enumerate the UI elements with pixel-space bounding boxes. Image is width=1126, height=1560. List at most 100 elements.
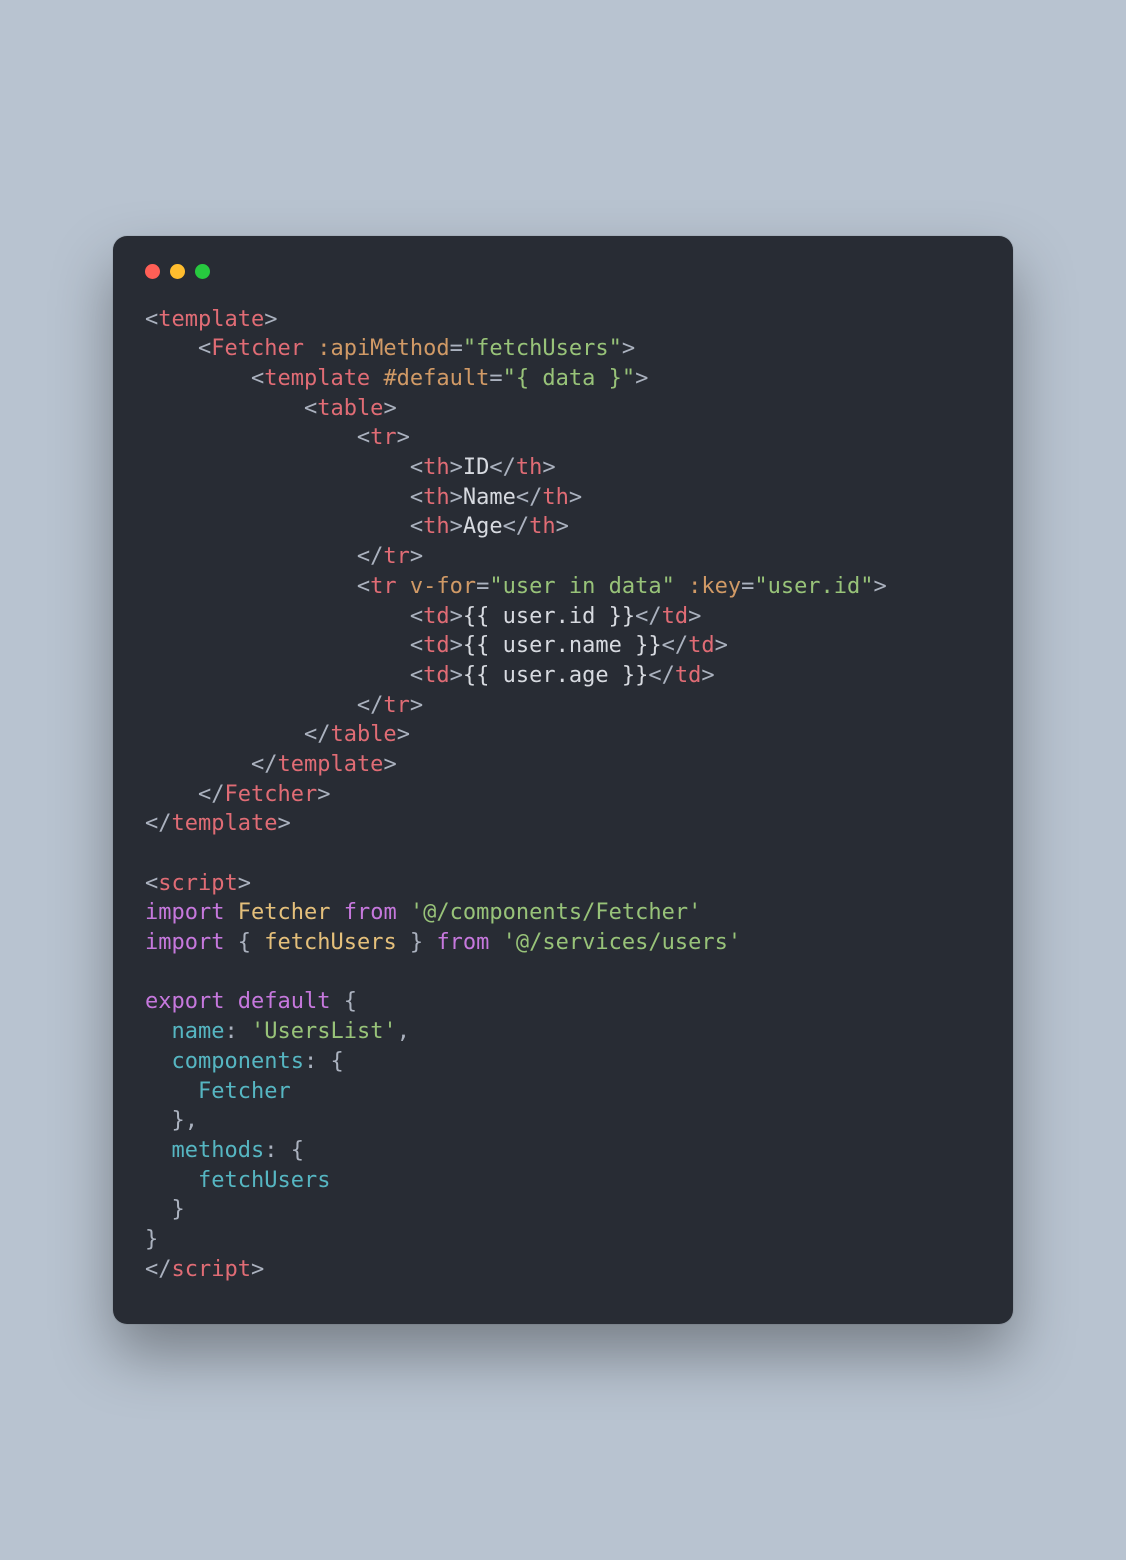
code-token: > <box>542 455 555 480</box>
code-token: tr <box>370 574 397 599</box>
code-token: Fetcher <box>211 336 304 361</box>
code-token: = <box>476 574 489 599</box>
code-token <box>145 693 357 718</box>
minimize-icon[interactable] <box>170 264 185 279</box>
code-token <box>145 1019 172 1044</box>
code-token: {{ user.age }} <box>463 663 648 688</box>
code-token <box>145 1168 198 1193</box>
code-token: > <box>410 544 423 569</box>
code-token: from <box>344 900 397 925</box>
code-token: script <box>172 1257 251 1282</box>
window-titlebar <box>145 260 981 305</box>
code-token <box>370 366 383 391</box>
code-token: #default <box>383 366 489 391</box>
code-token: Name <box>463 485 516 510</box>
code-token: 'UsersList' <box>251 1019 397 1044</box>
code-token <box>145 455 410 480</box>
code-token: fetchUsers <box>198 1168 330 1193</box>
code-token: '@/components/Fetcher' <box>410 900 701 925</box>
code-token: export <box>145 989 224 1014</box>
code-token: </ <box>489 455 516 480</box>
code-token: th <box>423 514 450 539</box>
code-token: < <box>198 336 211 361</box>
code-token: Age <box>463 514 503 539</box>
code-token: tr <box>370 425 397 450</box>
code-token: < <box>304 396 317 421</box>
code-token: </ <box>648 663 675 688</box>
code-token: :key <box>688 574 741 599</box>
code-token: > <box>622 336 635 361</box>
code-block: <template> <Fetcher :apiMethod="fetchUse… <box>145 305 981 1285</box>
code-token <box>330 900 343 925</box>
code-token: "{ data }" <box>503 366 635 391</box>
code-token: '@/services/users' <box>503 930 741 955</box>
code-token: {{ user.id }} <box>463 604 635 629</box>
close-icon[interactable] <box>145 264 160 279</box>
code-token: > <box>450 663 463 688</box>
code-token <box>145 604 410 629</box>
code-token: v-for <box>410 574 476 599</box>
code-token: td <box>423 663 450 688</box>
code-token: > <box>383 752 396 777</box>
code-token: </ <box>251 752 278 777</box>
code-token: td <box>675 663 702 688</box>
code-token: template <box>172 811 278 836</box>
code-token: > <box>397 425 410 450</box>
code-token: > <box>569 485 582 510</box>
code-token: > <box>317 782 330 807</box>
code-token <box>145 633 410 658</box>
code-token: td <box>688 633 715 658</box>
code-token <box>145 336 198 361</box>
code-token: th <box>423 485 450 510</box>
code-token: </ <box>635 604 662 629</box>
code-token: methods <box>172 1138 265 1163</box>
code-token <box>145 544 357 569</box>
code-token: th <box>542 485 569 510</box>
code-token: < <box>410 604 423 629</box>
code-token <box>224 900 237 925</box>
code-token: { <box>224 930 264 955</box>
code-window: <template> <Fetcher :apiMethod="fetchUse… <box>113 236 1013 1325</box>
code-token <box>145 782 198 807</box>
code-token: </ <box>516 485 543 510</box>
code-token: template <box>277 752 383 777</box>
code-token: } <box>145 1227 158 1252</box>
code-token: Fetcher <box>238 900 331 925</box>
code-token: > <box>556 514 569 539</box>
code-token: < <box>357 425 370 450</box>
code-token: : { <box>264 1138 304 1163</box>
code-token <box>145 425 357 450</box>
code-token: tr <box>383 693 410 718</box>
code-token <box>145 1138 172 1163</box>
code-token: "user.id" <box>754 574 873 599</box>
code-token: < <box>410 514 423 539</box>
code-token: th <box>516 455 543 480</box>
code-token: { <box>330 989 357 1014</box>
code-token <box>145 1079 198 1104</box>
code-token: : { <box>304 1049 344 1074</box>
code-token: > <box>410 693 423 718</box>
code-token: > <box>635 366 648 391</box>
code-token: > <box>264 307 277 332</box>
code-token: {{ user.name }} <box>463 633 662 658</box>
code-token: > <box>450 455 463 480</box>
code-token: > <box>383 396 396 421</box>
code-token: from <box>436 930 489 955</box>
code-token: > <box>874 574 887 599</box>
code-token <box>304 336 317 361</box>
code-token: } <box>145 1197 185 1222</box>
code-token: ID <box>463 455 490 480</box>
code-token: th <box>423 455 450 480</box>
code-token: > <box>251 1257 264 1282</box>
code-token: script <box>158 871 237 896</box>
code-token: }, <box>145 1108 198 1133</box>
code-token: < <box>357 574 370 599</box>
code-token: > <box>701 663 714 688</box>
code-token: < <box>145 871 158 896</box>
code-token <box>224 989 237 1014</box>
code-token: > <box>450 485 463 510</box>
code-token: template <box>264 366 370 391</box>
maximize-icon[interactable] <box>195 264 210 279</box>
code-token: fetchUsers <box>264 930 396 955</box>
code-token: > <box>238 871 251 896</box>
